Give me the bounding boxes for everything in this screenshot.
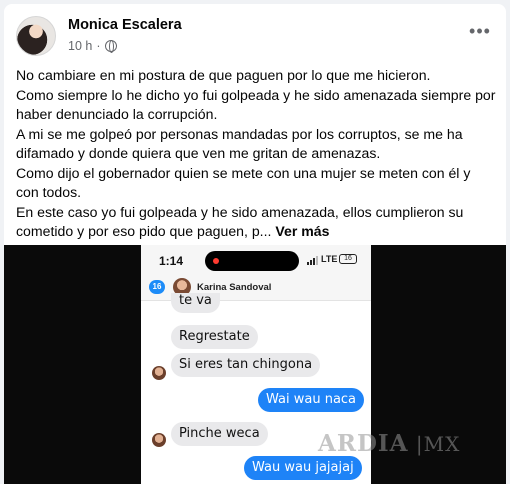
post-text-line: difamado y donde quiera que ven me grita… <box>16 145 381 161</box>
post-text-last: cometido y por eso pido que paguen, p... <box>16 223 272 239</box>
message-outgoing: Wau wau jajajaj <box>244 456 362 480</box>
post-time[interactable]: 10 h <box>68 39 92 53</box>
message-outgoing: Wai wau naca <box>258 388 365 412</box>
message-incoming: Pinche weca <box>171 422 268 446</box>
back-count-badge: 16 <box>149 280 165 294</box>
post-text: No cambiare en mi postura de que paguen … <box>16 66 498 242</box>
post-meta: 10 h · <box>68 39 117 53</box>
post-image[interactable]: 1:14 LTE 16 16 Karina Sandoval te va Reg… <box>4 245 506 484</box>
message-incoming: Si eres tan chingona <box>171 353 321 377</box>
post-text-line: No cambiare en mi postura de que paguen … <box>16 67 431 83</box>
sender-avatar <box>152 366 166 380</box>
watermark-logo: ARDIA |MX <box>318 430 460 457</box>
author-avatar[interactable] <box>16 16 56 56</box>
network-label: LTE <box>321 254 338 264</box>
sender-avatar <box>152 433 166 447</box>
post-text-line: cometido y por eso pido que paguen, p...… <box>16 222 498 242</box>
post-text-line: Como siempre lo he dicho yo fui golpeada… <box>16 86 496 103</box>
watermark-suffix: |MX <box>408 432 461 456</box>
post-text-line: con todos. <box>16 184 82 200</box>
author-name[interactable]: Monica Escalera <box>68 17 182 33</box>
post-text-line: haber denunciado la corrupción. <box>16 106 218 122</box>
battery-icon: 16 <box>339 254 357 264</box>
post-text-line: A mi se me golpeó por personas mandadas … <box>16 125 463 142</box>
signal-icon <box>307 256 318 265</box>
post-text-line: En este caso yo fui golpeada y he sido a… <box>16 203 464 220</box>
recording-dot-icon <box>213 258 219 264</box>
message-incoming: Regrestate <box>171 325 258 349</box>
post-card: Monica Escalera 10 h · ••• No cambiare e… <box>4 4 506 484</box>
watermark-text: ARDIA <box>318 430 409 457</box>
see-more-link[interactable]: Ver más <box>275 223 329 239</box>
phone-status-bar: 1:14 LTE 16 <box>141 245 371 275</box>
more-options-button[interactable]: ••• <box>466 22 494 46</box>
globe-icon[interactable] <box>104 40 117 53</box>
phone-time: 1:14 <box>159 254 184 268</box>
post-text-line: Como dijo el gobernador quien se mete co… <box>16 164 471 181</box>
contact-name: Karina Sandoval <box>197 282 272 293</box>
dynamic-island <box>205 251 299 271</box>
meta-separator: · <box>96 39 101 53</box>
message-incoming: te va <box>171 293 220 313</box>
post-header: Monica Escalera 10 h · ••• <box>16 14 496 62</box>
